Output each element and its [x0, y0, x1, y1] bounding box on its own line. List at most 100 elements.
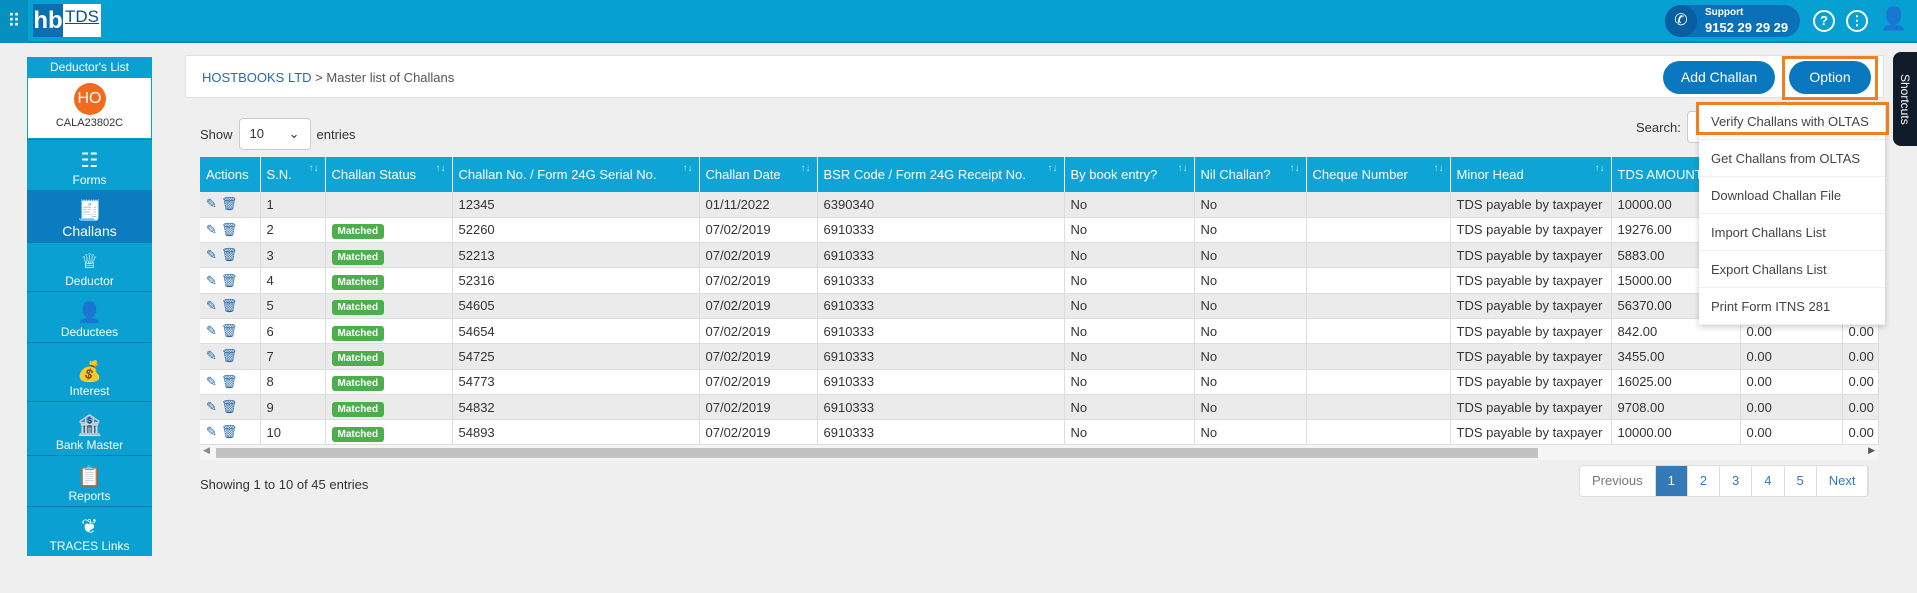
table-cell: 0.00 — [1842, 369, 1879, 395]
page-button-4[interactable]: 4 — [1752, 466, 1785, 496]
delete-icon[interactable]: 🗑 — [221, 247, 238, 262]
table-cell: 6910333 — [817, 217, 1065, 244]
sidebar-item-deductees[interactable]: 👤 Deductees — [27, 291, 152, 342]
status-badge: Matched — [331, 325, 385, 341]
table-cell: No — [1064, 394, 1195, 421]
menu-item-download-challan-file[interactable]: Download Challan File — [1699, 177, 1885, 214]
delete-icon[interactable]: 🗑 — [221, 273, 238, 288]
table-cell: 52260 — [452, 217, 700, 244]
column-header[interactable]: Minor Head ↑↓ — [1450, 157, 1612, 192]
sort-icon[interactable]: ↑↓ — [1048, 163, 1058, 174]
column-header[interactable]: BSR Code / Form 24G Receipt No. ↑↓ — [817, 157, 1065, 192]
sort-icon[interactable]: ↑↓ — [683, 163, 693, 174]
help-icon[interactable]: ? — [1813, 10, 1835, 32]
delete-icon[interactable]: 🗑 — [221, 222, 238, 237]
page-button-5[interactable]: 5 — [1785, 466, 1817, 496]
table-cell: 0.00 — [1740, 394, 1843, 421]
sort-icon[interactable]: ↑↓ — [436, 163, 446, 174]
column-header[interactable]: S.N. ↑↓ — [260, 157, 326, 192]
table-cell: 9 — [260, 394, 326, 421]
edit-icon[interactable]: ✎ — [206, 348, 217, 363]
actions-cell: ✎ 🗑 — [200, 293, 261, 319]
scroll-left-icon[interactable]: ◀ — [203, 445, 210, 456]
edit-icon[interactable]: ✎ — [206, 273, 217, 288]
delete-icon[interactable]: 🗑 — [221, 196, 238, 211]
sort-icon[interactable]: ↑↓ — [801, 163, 811, 174]
deductors-list-link[interactable]: Deductor's List — [27, 57, 152, 77]
column-header[interactable]: Nil Challan? ↑↓ — [1194, 157, 1307, 192]
shortcuts-tab[interactable]: Shortcuts — [1893, 52, 1917, 146]
sidebar-item-label: Bank Master — [55, 438, 124, 452]
table-cell: 07/02/2019 — [699, 318, 818, 345]
table-cell: TDS payable by taxpayer — [1450, 293, 1612, 319]
scrollbar-thumb[interactable] — [216, 448, 1538, 458]
column-header[interactable]: Challan Status ↑↓ — [325, 157, 453, 192]
top-bar: ⠿ hb TDS ✆ Support 9152 29 29 29 ? ⋮ 👤 — [0, 0, 1917, 43]
sidebar-item-interest[interactable]: 💰 Interest — [27, 342, 152, 401]
column-header[interactable]: Actions — [200, 157, 261, 192]
edit-icon[interactable]: ✎ — [206, 424, 217, 439]
edit-icon[interactable]: ✎ — [206, 323, 217, 338]
sidebar-item-bank-master[interactable]: 🏦 Bank Master — [27, 401, 152, 455]
delete-icon[interactable]: 🗑 — [221, 348, 238, 363]
sort-icon[interactable]: ↑↓ — [1434, 163, 1444, 174]
sidebar-item-reports[interactable]: 📋 Reports — [27, 455, 152, 506]
page-button-2[interactable]: 2 — [1688, 466, 1721, 496]
table-cell: 54832 — [452, 394, 700, 421]
page-button-next[interactable]: Next — [1817, 466, 1869, 496]
sort-icon[interactable]: ↑↓ — [1290, 163, 1300, 174]
edit-icon[interactable]: ✎ — [206, 222, 217, 237]
page-button-previous[interactable]: Previous — [1580, 466, 1656, 496]
sidebar-item-deductor[interactable]: ♕ Deductor — [27, 242, 152, 291]
delete-icon[interactable]: 🗑 — [221, 424, 238, 439]
report-icon: 📋 — [77, 466, 102, 488]
edit-icon[interactable]: ✎ — [206, 298, 217, 313]
breadcrumb-company[interactable]: HOSTBOOKS LTD — [202, 70, 312, 85]
table-cell: 0.00 — [1740, 369, 1843, 395]
sort-icon[interactable]: ↑↓ — [309, 163, 319, 174]
menu-item-export-challans-list[interactable]: Export Challans List — [1699, 251, 1885, 288]
column-header[interactable]: Challan No. / Form 24G Serial No. ↑↓ — [452, 157, 700, 192]
logo[interactable]: hb TDS — [33, 4, 101, 37]
table-row: ✎ 🗑 3 Matched 52213 07/02/2019 6910333 No No TDS … — [200, 242, 1879, 269]
sidebar-item-challans[interactable]: 🧾 Challans — [27, 190, 152, 242]
menu-item-get-challans-from-oltas[interactable]: Get Challans from OLTAS — [1699, 140, 1885, 177]
sort-icon[interactable]: ↑↓ — [1178, 163, 1188, 174]
entries-select[interactable]: 10 ⌄ — [238, 118, 311, 150]
horizontal-scrollbar[interactable]: ◀ ▶ — [200, 445, 1878, 460]
table-cell: 9708.00 — [1611, 394, 1741, 421]
table-cell: Matched — [325, 293, 453, 319]
user-icon[interactable]: 👤 — [1880, 8, 1907, 32]
table-cell: 4 — [260, 267, 326, 294]
column-header[interactable]: By book entry? ↑↓ — [1064, 157, 1195, 192]
edit-icon[interactable]: ✎ — [206, 374, 217, 389]
support-label: Support — [1705, 7, 1744, 18]
column-header[interactable]: Challan Date ↑↓ — [699, 157, 818, 192]
table-cell: No — [1194, 192, 1307, 218]
sidebar-item-traces-links[interactable]: ❦ TRACES Links — [27, 506, 152, 556]
menu-item-import-challans-list[interactable]: Import Challans List — [1699, 214, 1885, 251]
add-challan-button[interactable]: Add Challan — [1663, 61, 1775, 94]
support-badge[interactable]: ✆ Support 9152 29 29 29 — [1665, 5, 1800, 37]
page-button-3[interactable]: 3 — [1720, 466, 1753, 496]
scroll-right-icon[interactable]: ▶ — [1868, 445, 1875, 456]
table-cell: No — [1064, 419, 1195, 446]
sort-icon[interactable]: ↑↓ — [1595, 163, 1605, 174]
logo-tds: TDS — [63, 4, 101, 37]
apps-grid-icon[interactable]: ⠿ — [0, 0, 28, 43]
delete-icon[interactable]: 🗑 — [221, 323, 238, 338]
length-control: Show 10 ⌄ entries — [200, 118, 356, 150]
page-button-1[interactable]: 1 — [1655, 466, 1688, 496]
edit-icon[interactable]: ✎ — [206, 247, 217, 262]
edit-icon[interactable]: ✎ — [206, 399, 217, 414]
delete-icon[interactable]: 🗑 — [221, 298, 238, 313]
avatar: HO — [73, 83, 106, 115]
breadcrumb-separator: > — [311, 70, 327, 85]
menu-item-print-form-itns-281[interactable]: Print Form ITNS 281 — [1699, 288, 1885, 325]
column-header[interactable]: Cheque Number ↑↓ — [1306, 157, 1451, 192]
edit-icon[interactable]: ✎ — [206, 196, 217, 211]
more-options-icon[interactable]: ⋮ — [1846, 10, 1868, 32]
sidebar-item-forms[interactable]: ☷ Forms — [27, 139, 152, 190]
delete-icon[interactable]: 🗑 — [221, 374, 238, 389]
delete-icon[interactable]: 🗑 — [221, 399, 238, 414]
